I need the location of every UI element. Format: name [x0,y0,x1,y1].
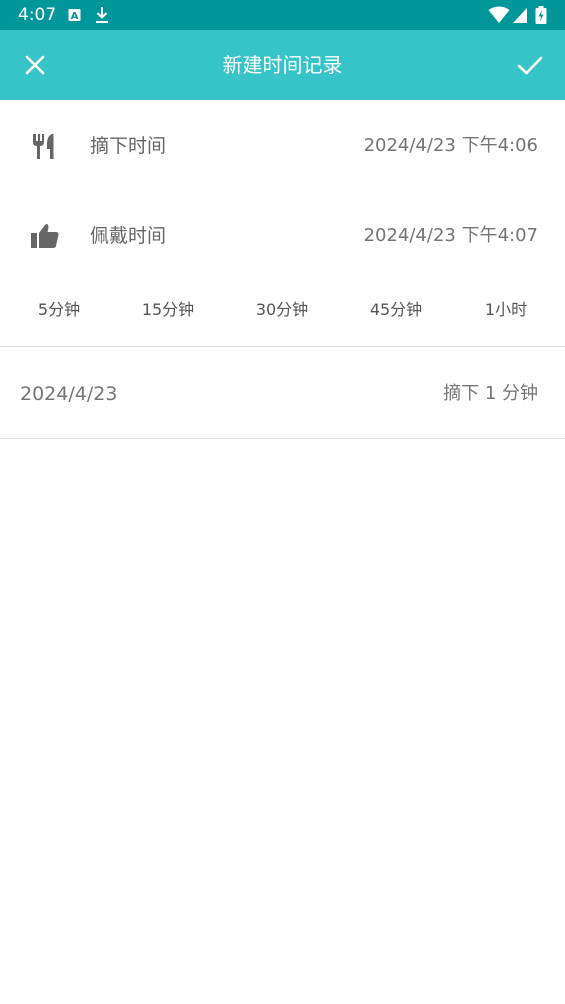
quick-duration-1hour[interactable]: 1小时 [456,299,556,321]
remove-time-value[interactable]: 2024/4/23 下午4:06 [364,134,538,158]
svg-text:A: A [71,11,79,22]
quick-duration-30min[interactable]: 30分钟 [232,299,332,321]
remove-time-row[interactable]: 摘下时间 2024/4/23 下午4:06 [0,100,565,190]
quick-duration-5min[interactable]: 5分钟 [9,299,109,321]
wear-time-row[interactable]: 佩戴时间 2024/4/23 下午4:07 [0,190,565,280]
wifi-icon [488,6,510,23]
accessibility-a-icon: A [68,9,81,22]
page-title: 新建时间记录 [222,53,343,77]
download-icon [96,7,108,23]
signal-icon [513,8,527,23]
summary-duration: 摘下 1 分钟 [443,383,538,404]
status-time: 4:07 [18,5,57,25]
wear-time-label: 佩戴时间 [90,225,167,247]
check-icon [517,56,543,75]
thumbs-up-icon [31,224,59,248]
app-bar: 新建时间记录 [0,30,565,100]
quick-duration-bar: 5分钟 15分钟 30分钟 45分钟 1小时 [0,290,565,332]
fork-knife-icon [33,134,54,159]
confirm-button[interactable] [514,49,546,81]
remove-time-label: 摘下时间 [90,135,167,157]
quick-duration-45min[interactable]: 45分钟 [346,299,446,321]
status-bar: 4:07 A [0,0,565,30]
wear-time-value[interactable]: 2024/4/23 下午4:07 [364,224,538,248]
summary-date: 2024/4/23 [20,383,118,405]
divider-bottom [0,438,565,439]
battery-charging-icon [535,6,547,24]
divider-top [0,346,565,347]
quick-duration-15min[interactable]: 15分钟 [118,299,218,321]
